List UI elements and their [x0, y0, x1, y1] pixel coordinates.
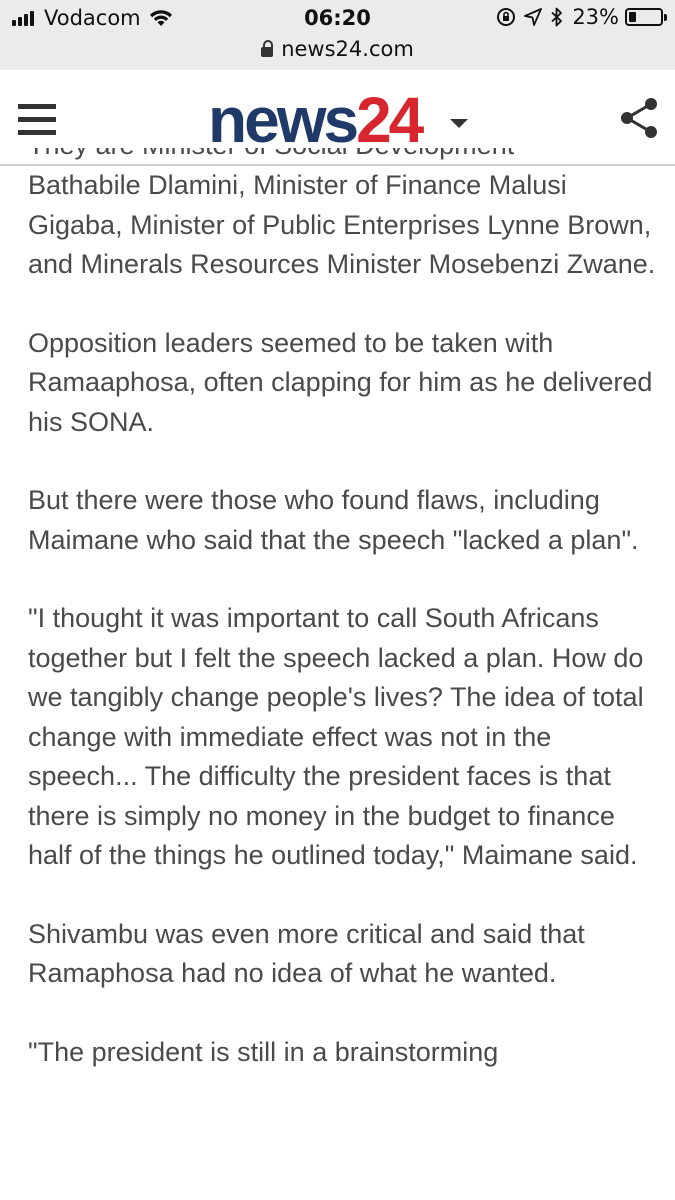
- article-paragraph: "The president is still in a brainstormi…: [28, 1036, 499, 1067]
- orientation-lock-icon: [497, 8, 516, 26]
- status-bar: Vodacom 06:20 23%: [0, 0, 675, 36]
- battery-percent: 23%: [572, 5, 619, 29]
- battery-icon: [625, 8, 667, 26]
- location-icon: [524, 8, 543, 26]
- partial-line: They are Minister of Social Development: [28, 148, 514, 166]
- bluetooth-icon: [551, 7, 563, 27]
- article-body: Bathabile Dlamini, Minister of Finance M…: [28, 166, 660, 1200]
- menu-icon[interactable]: [18, 104, 56, 138]
- article-paragraph: Shivambu was even more critical and said…: [28, 918, 585, 989]
- share-icon[interactable]: [618, 96, 660, 140]
- logo-number: 24: [356, 84, 424, 156]
- url-text: news24.com: [281, 37, 414, 61]
- article-paragraph: Bathabile Dlamini, Minister of Finance M…: [28, 170, 656, 279]
- battery-fill: [629, 12, 636, 22]
- article-paragraph: "I thought it was important to call Sout…: [28, 603, 644, 870]
- caret-down-icon[interactable]: [450, 119, 468, 128]
- article-paragraph: Opposition leaders seemed to be taken wi…: [28, 327, 653, 437]
- status-right: 23%: [496, 5, 667, 29]
- lock-icon: [261, 40, 274, 57]
- logo-word: news: [208, 84, 359, 156]
- article-paragraph: But there were those who found flaws, in…: [28, 485, 639, 555]
- news24-logo[interactable]: news24: [208, 88, 424, 152]
- address-bar[interactable]: news24.com: [0, 36, 675, 70]
